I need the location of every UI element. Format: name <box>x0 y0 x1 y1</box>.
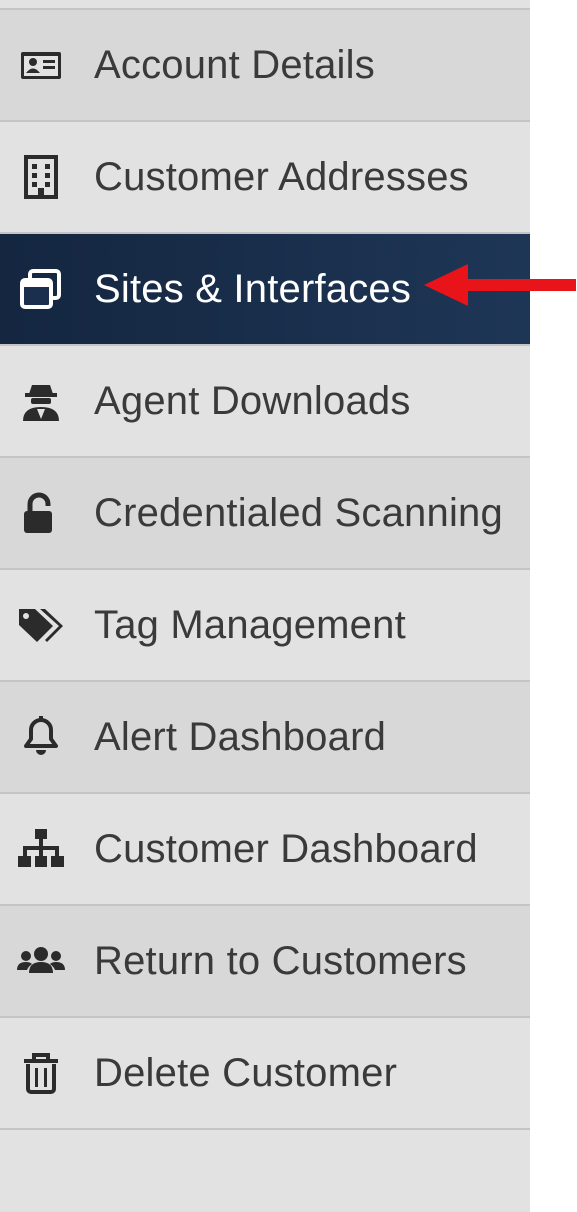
building-icon <box>14 150 68 204</box>
sidebar-item-return-to-customers[interactable]: Return to Customers <box>0 906 530 1018</box>
window-restore-icon <box>14 262 68 316</box>
sidebar-item-account-details[interactable]: Account Details <box>0 10 530 122</box>
sidebar-item-alert-dashboard[interactable]: Alert Dashboard <box>0 682 530 794</box>
unlock-icon <box>14 486 68 540</box>
sitemap-icon <box>14 822 68 876</box>
sidebar-item-customer-dashboard[interactable]: Customer Dashboard <box>0 794 530 906</box>
sidebar-item-label: Return to Customers <box>94 938 467 983</box>
sidebar-footer-space <box>0 1130 530 1210</box>
top-divider <box>0 0 530 10</box>
red-arrow-icon <box>424 264 576 306</box>
sidebar-item-label: Customer Addresses <box>94 154 469 199</box>
sidebar-menu: Account Details Customer Addresses Sites… <box>0 10 530 1130</box>
bell-icon <box>14 710 68 764</box>
trash-icon <box>14 1046 68 1100</box>
sidebar-item-label: Agent Downloads <box>94 378 411 423</box>
sidebar-item-label: Sites & Interfaces <box>94 266 412 311</box>
tags-icon <box>14 598 68 652</box>
sidebar-item-agent-downloads[interactable]: Agent Downloads <box>0 346 530 458</box>
sidebar-item-label: Delete Customer <box>94 1050 398 1095</box>
sidebar-item-label: Account Details <box>94 42 375 87</box>
customer-sidebar: Account Details Customer Addresses Sites… <box>0 0 530 1212</box>
sidebar-item-label: Alert Dashboard <box>94 714 387 759</box>
sidebar-item-label: Tag Management <box>94 602 406 647</box>
users-icon <box>14 934 68 988</box>
sidebar-item-delete-customer[interactable]: Delete Customer <box>0 1018 530 1130</box>
sidebar-item-label: Customer Dashboard <box>94 826 478 871</box>
sidebar-item-customer-addresses[interactable]: Customer Addresses <box>0 122 530 234</box>
user-secret-icon <box>14 374 68 428</box>
sidebar-item-label: Credentialed Scanning <box>94 490 503 535</box>
id-card-icon <box>14 38 68 92</box>
sidebar-item-tag-management[interactable]: Tag Management <box>0 570 530 682</box>
sidebar-item-credentialed-scanning[interactable]: Credentialed Scanning <box>0 458 530 570</box>
